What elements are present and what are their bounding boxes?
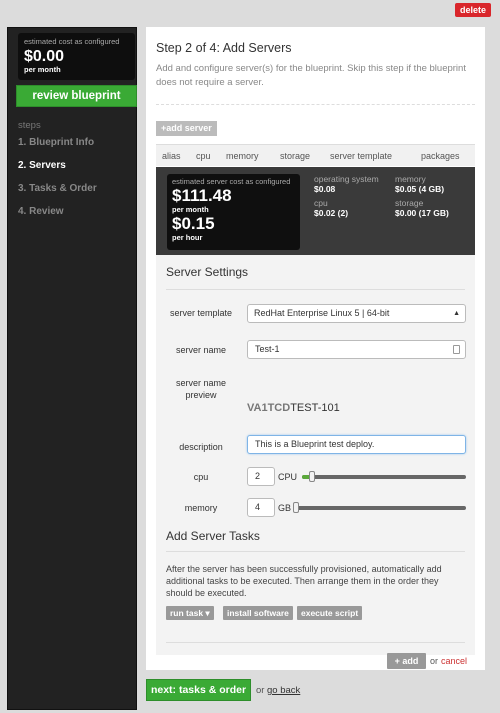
memory-label: memory [184, 503, 218, 513]
cost-label: estimated cost as configured [24, 37, 120, 46]
cancel-link[interactable]: cancel [441, 656, 467, 666]
divider [166, 642, 465, 643]
storage-cost: storage $0.00 (17 GB) [395, 198, 449, 218]
storage-cost-label: storage [395, 198, 424, 208]
cpu-cost-value: $0.02 (2) [314, 208, 349, 218]
server-settings-heading: Server Settings [166, 265, 249, 279]
server-template-label: server template [169, 308, 233, 318]
page-description: Add and configure server(s) for the blue… [156, 63, 466, 88]
server-name-label: server name [175, 345, 227, 355]
description-input[interactable]: This is a Blueprint test deploy. [247, 435, 466, 454]
preview-prefix: VA1TCD [247, 402, 291, 414]
server-name-preview-label: server name preview [175, 378, 227, 400]
divider [166, 551, 465, 552]
os-cost: operating system $0.08 [314, 174, 379, 194]
add-server-confirm-button[interactable]: + add [387, 653, 426, 669]
cpu-cost-label: cpu [314, 198, 328, 208]
column-server-template[interactable]: server template [330, 151, 392, 161]
page-title: Step 2 of 4: Add Servers [156, 41, 292, 55]
sidebar: estimated cost as configured $0.00 per m… [7, 27, 137, 710]
column-packages[interactable]: packages [421, 151, 460, 161]
cpu-slider-handle[interactable] [309, 471, 315, 482]
memory-slider[interactable] [293, 502, 466, 513]
server-cost-summary: estimated server cost as configured $111… [156, 167, 475, 255]
server-cost-box: estimated server cost as configured $111… [167, 174, 300, 250]
steps-heading: steps [18, 120, 41, 131]
main-panel: Step 2 of 4: Add Servers Add and configu… [146, 27, 485, 670]
server-name-input[interactable]: Test-1 [247, 340, 466, 359]
monthly-period: per month [172, 205, 209, 214]
select-arrows-icon: ▲ [453, 310, 460, 317]
delete-button[interactable]: delete [454, 3, 491, 17]
cpu-input[interactable]: 2 [247, 467, 275, 486]
step-tasks-order[interactable]: 3. Tasks & Order [18, 183, 97, 194]
os-cost-value: $0.08 [314, 184, 336, 194]
tasks-description: After the server has been successfully p… [166, 564, 442, 598]
memory-cost-value: $0.05 (4 GB) [395, 184, 445, 194]
add-server-tasks-heading: Add Server Tasks [166, 529, 260, 543]
server-name-value: Test-1 [255, 344, 280, 354]
memory-slider-handle[interactable] [293, 502, 299, 513]
divider [166, 289, 465, 290]
cpu-label: cpu [193, 472, 209, 482]
go-back-link[interactable]: go back [267, 685, 300, 696]
preview-suffix: TEST-101 [290, 402, 340, 414]
server-cost-label: estimated server cost as configured [172, 177, 291, 186]
cpu-cost: cpu $0.02 (2) [314, 198, 348, 218]
memory-unit: GB [278, 503, 292, 513]
add-server-button[interactable]: +add server [156, 121, 217, 136]
column-storage[interactable]: storage [280, 151, 310, 161]
or-text: or [430, 656, 439, 666]
server-settings-panel: Server Settings server template RedHat E… [156, 255, 475, 669]
os-cost-label: operating system [314, 174, 379, 184]
execute-script-button[interactable]: execute script [297, 606, 363, 620]
monthly-cost-value: $111.48 [172, 186, 232, 205]
server-name-preview: VA1TCDTEST-101 [247, 402, 340, 414]
estimated-cost-box: estimated cost as configured $0.00 per m… [18, 33, 135, 80]
cost-period: per month [24, 65, 61, 74]
run-task-dropdown[interactable]: run task ▾ [166, 606, 214, 620]
memory-cost: memory $0.05 (4 GB) [395, 174, 444, 194]
server-template-select[interactable]: RedHat Enterprise Linux 5 | 64-bit ▲ [247, 304, 466, 323]
column-alias[interactable]: alias [162, 151, 181, 161]
divider [156, 104, 475, 105]
hourly-period: per hour [172, 233, 203, 242]
cpu-unit: CPU [278, 472, 298, 482]
step-servers[interactable]: 2. Servers [18, 160, 66, 171]
hourly-cost-value: $0.15 [172, 214, 215, 233]
description-label: description [179, 442, 223, 452]
servers-table-header: alias cpu memory storage server template… [156, 144, 475, 166]
server-template-value: RedHat Enterprise Linux 5 | 64-bit [254, 308, 390, 318]
column-cpu[interactable]: cpu [196, 151, 211, 161]
next-tasks-order-button[interactable]: next: tasks & order [146, 679, 251, 701]
column-memory[interactable]: memory [226, 151, 259, 161]
memory-input[interactable]: 4 [247, 498, 275, 517]
cost-value: $0.00 [24, 48, 65, 65]
step-review[interactable]: 4. Review [18, 206, 64, 217]
cpu-slider[interactable] [302, 471, 466, 482]
install-software-button[interactable]: install software [223, 606, 293, 620]
memory-cost-label: memory [395, 174, 426, 184]
step-blueprint-info[interactable]: 1. Blueprint Info [18, 137, 94, 148]
or-text: or [256, 685, 265, 696]
contact-card-icon [453, 345, 460, 354]
storage-cost-value: $0.00 (17 GB) [395, 208, 449, 218]
review-blueprint-button[interactable]: review blueprint [16, 85, 137, 107]
